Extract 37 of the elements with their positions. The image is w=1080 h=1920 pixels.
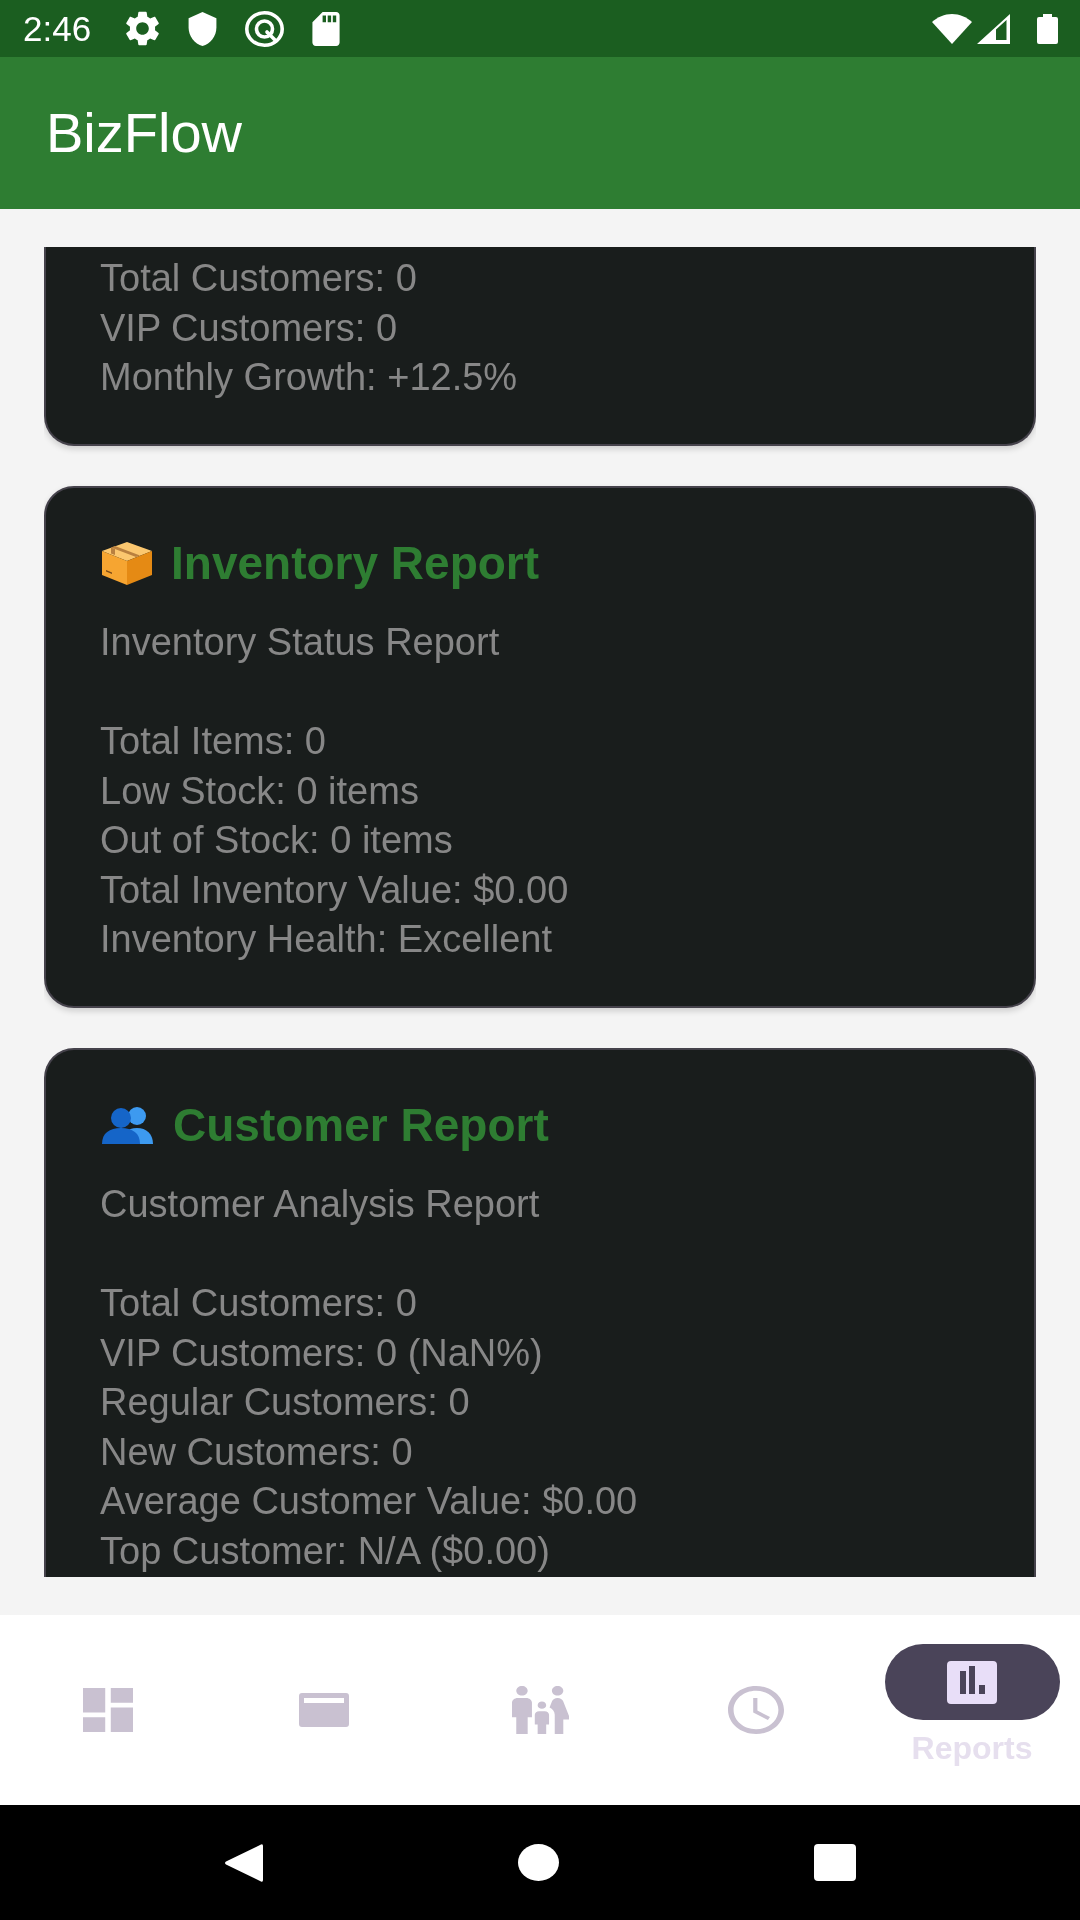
status-time: 2:46	[23, 8, 92, 49]
card-title: Inventory Report	[171, 536, 540, 591]
report-line: Top Customer: N/A ($0.00)	[100, 1528, 551, 1574]
credit-card-icon	[299, 1693, 349, 1727]
report-line: Total Customers: 0	[100, 256, 418, 301]
report-line: Total Customers: 0	[100, 1281, 418, 1326]
clock-icon	[728, 1686, 784, 1734]
ring-icon	[245, 10, 285, 47]
report-line: Monthly Growth: +12.5%	[100, 355, 519, 400]
report-line: Low Stock: 0 items	[100, 768, 420, 814]
bar-chart-icon	[947, 1660, 997, 1704]
card-subtitle: Customer Analysis Report	[100, 1182, 541, 1227]
report-line: Total Items: 0	[100, 719, 327, 764]
settings-icon	[125, 11, 161, 46]
card-subtitle: Inventory Status Report	[100, 620, 501, 665]
report-line: Average Customer Value: $0.00	[100, 1479, 639, 1524]
card-title: Customer Report	[173, 1098, 549, 1153]
sd-card-icon	[312, 11, 341, 46]
report-line: Out of Stock: 0 items	[100, 818, 454, 863]
wifi-icon	[932, 13, 972, 44]
app-title: BizFlow	[46, 100, 243, 166]
dashboard-icon	[83, 1688, 133, 1732]
battery-icon	[1037, 13, 1058, 44]
people-icon	[100, 1106, 156, 1144]
report-line: Regular Customers: 0	[100, 1380, 471, 1425]
report-line: Total Inventory Value: $0.00	[100, 867, 570, 913]
report-line: VIP Customers: 0	[100, 305, 399, 351]
report-line: VIP Customers: 0 (NaN%)	[100, 1330, 544, 1376]
back-icon[interactable]	[224, 1842, 263, 1883]
recents-icon[interactable]	[814, 1844, 856, 1881]
family-icon	[511, 1686, 569, 1734]
home-icon[interactable]	[518, 1844, 559, 1881]
report-line: New Customers: 0	[100, 1429, 414, 1475]
signal-icon	[977, 13, 1010, 44]
box-icon	[100, 540, 154, 586]
report-line: Inventory Health: Excellent	[100, 917, 553, 962]
shield-icon	[188, 11, 218, 46]
